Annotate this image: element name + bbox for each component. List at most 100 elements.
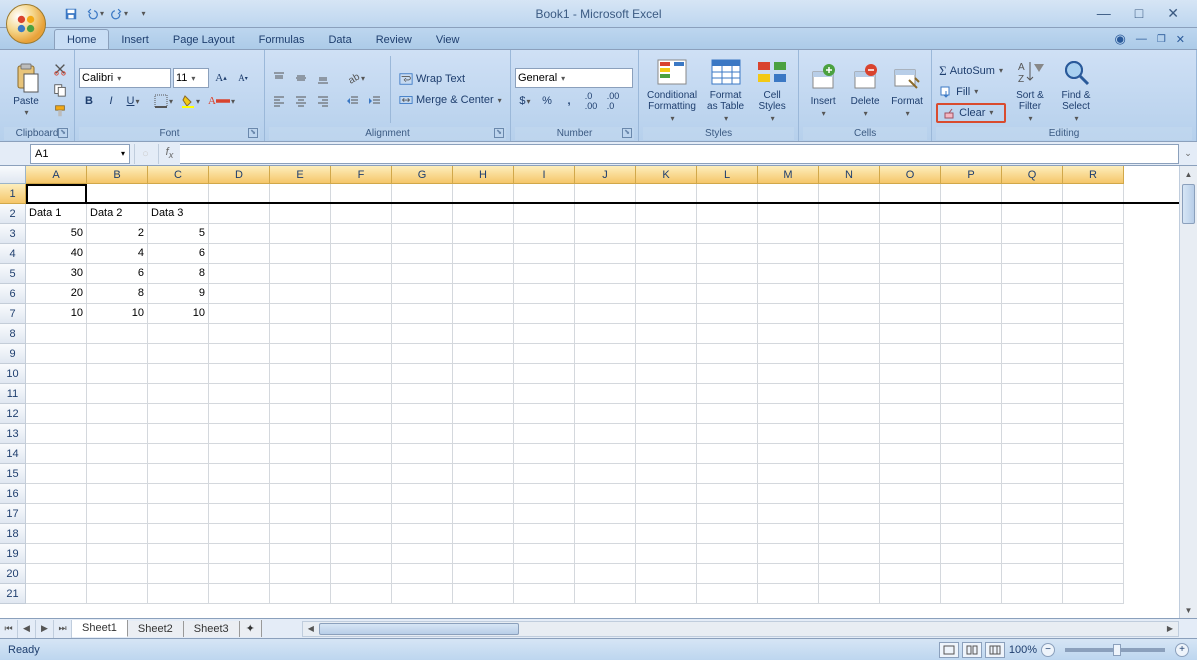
align-left-button[interactable]	[269, 91, 289, 111]
format-painter-button[interactable]	[50, 101, 70, 121]
cell-J8[interactable]	[575, 324, 636, 344]
cell-I6[interactable]	[514, 284, 575, 304]
cell-B21[interactable]	[87, 584, 148, 604]
cell-C4[interactable]: 6	[148, 244, 209, 264]
sheet-tab-3[interactable]: Sheet3	[184, 621, 240, 637]
cell-O16[interactable]	[880, 484, 941, 504]
cell-Q4[interactable]	[1002, 244, 1063, 264]
find-select-button[interactable]: Find & Select▾	[1054, 52, 1098, 127]
cell-C14[interactable]	[148, 444, 209, 464]
cell-C19[interactable]	[148, 544, 209, 564]
cell-G4[interactable]	[392, 244, 453, 264]
cell-L13[interactable]	[697, 424, 758, 444]
cell-D13[interactable]	[209, 424, 270, 444]
cell-L9[interactable]	[697, 344, 758, 364]
cell-O5[interactable]	[880, 264, 941, 284]
cell-A10[interactable]	[26, 364, 87, 384]
tab-home[interactable]: Home	[54, 29, 109, 49]
alignment-dialog-icon[interactable]: ⬊	[494, 128, 504, 138]
cell-K17[interactable]	[636, 504, 697, 524]
font-size-combo[interactable]: 11▾	[173, 68, 209, 88]
cell-F11[interactable]	[331, 384, 392, 404]
cell-D12[interactable]	[209, 404, 270, 424]
cell-J20[interactable]	[575, 564, 636, 584]
cell-R5[interactable]	[1063, 264, 1124, 284]
sheet-nav-first-icon[interactable]: ⏮	[0, 620, 18, 638]
cell-C6[interactable]: 9	[148, 284, 209, 304]
cell-D6[interactable]	[209, 284, 270, 304]
cell-G21[interactable]	[392, 584, 453, 604]
cell-A13[interactable]	[26, 424, 87, 444]
cell-J1[interactable]	[575, 184, 636, 204]
cell-N1[interactable]	[819, 184, 880, 204]
cell-Q18[interactable]	[1002, 524, 1063, 544]
cells-area[interactable]: Data 1Data 2Data 35025404630682089101010	[26, 184, 1179, 618]
cell-C8[interactable]	[148, 324, 209, 344]
cell-A7[interactable]: 10	[26, 304, 87, 324]
cell-N21[interactable]	[819, 584, 880, 604]
cell-P17[interactable]	[941, 504, 1002, 524]
cell-M9[interactable]	[758, 344, 819, 364]
cell-P15[interactable]	[941, 464, 1002, 484]
cell-N17[interactable]	[819, 504, 880, 524]
cell-H9[interactable]	[453, 344, 514, 364]
cell-I3[interactable]	[514, 224, 575, 244]
cell-P13[interactable]	[941, 424, 1002, 444]
cell-K10[interactable]	[636, 364, 697, 384]
tab-insert[interactable]: Insert	[109, 30, 161, 49]
cell-P16[interactable]	[941, 484, 1002, 504]
cell-B15[interactable]	[87, 464, 148, 484]
cell-D15[interactable]	[209, 464, 270, 484]
cell-Q12[interactable]	[1002, 404, 1063, 424]
cell-L12[interactable]	[697, 404, 758, 424]
cell-P20[interactable]	[941, 564, 1002, 584]
cell-L18[interactable]	[697, 524, 758, 544]
cell-A2[interactable]: Data 1	[26, 204, 87, 224]
cell-A3[interactable]: 50	[26, 224, 87, 244]
cell-H10[interactable]	[453, 364, 514, 384]
cell-C16[interactable]	[148, 484, 209, 504]
cell-A20[interactable]	[26, 564, 87, 584]
row-header-18[interactable]: 18	[0, 524, 26, 544]
cell-N10[interactable]	[819, 364, 880, 384]
cell-N11[interactable]	[819, 384, 880, 404]
cell-M7[interactable]	[758, 304, 819, 324]
cell-L2[interactable]	[697, 204, 758, 224]
wrap-text-button[interactable]: Wrap Text	[396, 69, 505, 89]
cell-D4[interactable]	[209, 244, 270, 264]
scroll-left-icon[interactable]: ◀	[303, 624, 319, 633]
fx-icon[interactable]: fx	[158, 144, 180, 164]
cell-O14[interactable]	[880, 444, 941, 464]
cell-D14[interactable]	[209, 444, 270, 464]
cell-P19[interactable]	[941, 544, 1002, 564]
cell-K15[interactable]	[636, 464, 697, 484]
cell-Q14[interactable]	[1002, 444, 1063, 464]
col-header-M[interactable]: M	[758, 166, 819, 184]
cell-P3[interactable]	[941, 224, 1002, 244]
cell-F13[interactable]	[331, 424, 392, 444]
cell-P6[interactable]	[941, 284, 1002, 304]
cell-I16[interactable]	[514, 484, 575, 504]
zoom-value[interactable]: 100%	[1009, 644, 1037, 656]
insert-cells-button[interactable]: Insert▾	[803, 52, 843, 127]
align-right-button[interactable]	[313, 91, 333, 111]
cell-E11[interactable]	[270, 384, 331, 404]
cell-F3[interactable]	[331, 224, 392, 244]
new-sheet-button[interactable]: ✦	[240, 620, 262, 637]
minimize-button[interactable]: —	[1091, 3, 1117, 24]
col-header-I[interactable]: I	[514, 166, 575, 184]
cell-H3[interactable]	[453, 224, 514, 244]
tab-formulas[interactable]: Formulas	[247, 30, 317, 49]
cell-A6[interactable]: 20	[26, 284, 87, 304]
cell-C17[interactable]	[148, 504, 209, 524]
cell-H14[interactable]	[453, 444, 514, 464]
cell-B5[interactable]: 6	[87, 264, 148, 284]
cell-B17[interactable]	[87, 504, 148, 524]
cell-Q20[interactable]	[1002, 564, 1063, 584]
cell-A17[interactable]	[26, 504, 87, 524]
cell-N4[interactable]	[819, 244, 880, 264]
cell-N16[interactable]	[819, 484, 880, 504]
cell-G2[interactable]	[392, 204, 453, 224]
undo-icon[interactable]: ▾	[86, 5, 104, 23]
cell-A15[interactable]	[26, 464, 87, 484]
